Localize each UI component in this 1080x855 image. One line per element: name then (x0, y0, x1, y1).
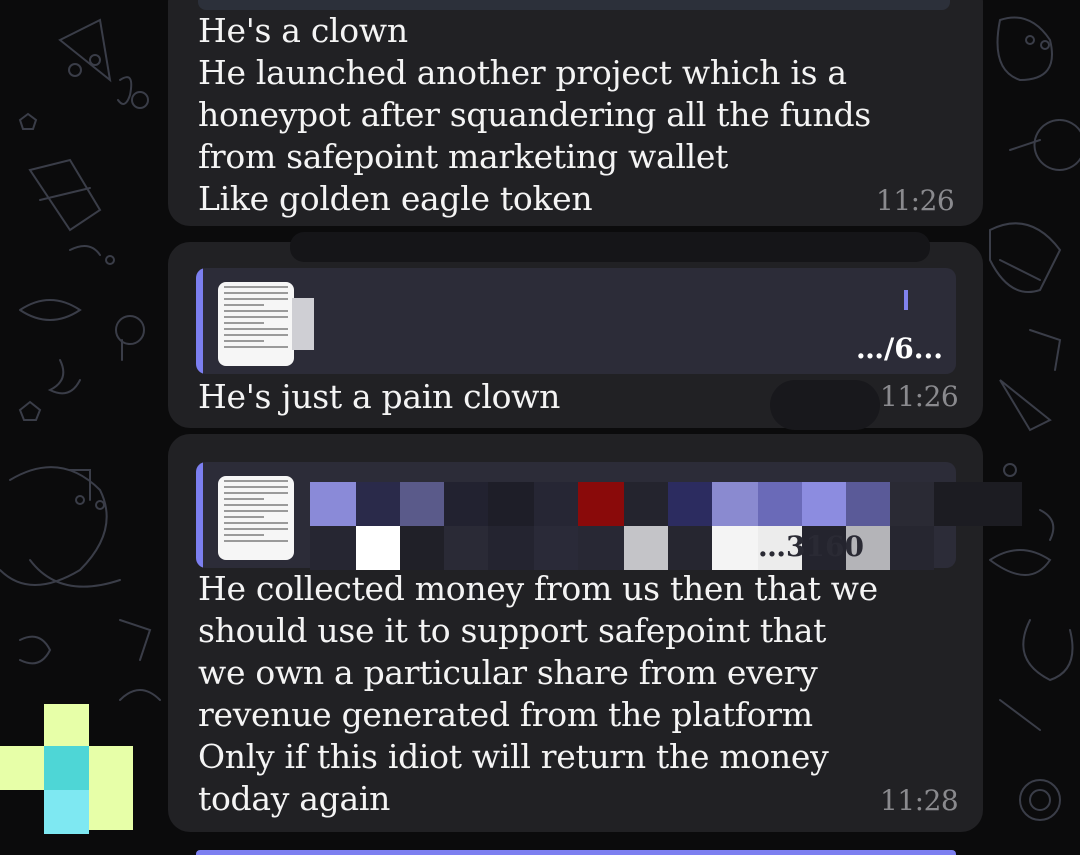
message-text: He's just a pain clown (198, 377, 561, 416)
redacted-block (292, 298, 314, 350)
message-timestamp: 11:26 (876, 184, 955, 217)
reply-snippet: …3160 (758, 530, 864, 563)
reply-thumbnail (218, 476, 294, 560)
message-timestamp: 11:26 (880, 380, 959, 413)
reply-snippet: …/6... (856, 332, 943, 365)
message-text: He's a clown He launched another project… (198, 11, 871, 218)
reply-bar (196, 268, 203, 374)
reply-preview-edge (198, 0, 950, 10)
reply-preview[interactable]: …/6... (196, 268, 956, 374)
reply-bar (196, 462, 203, 568)
message-text: He collected money from us then that we … (198, 569, 878, 818)
redaction-smear (290, 232, 930, 262)
message-timestamp: 11:28 (880, 784, 959, 817)
redaction-smear (770, 380, 880, 430)
redacted-block (904, 290, 908, 310)
next-message-edge (196, 850, 956, 855)
reply-thumbnail (218, 282, 294, 366)
